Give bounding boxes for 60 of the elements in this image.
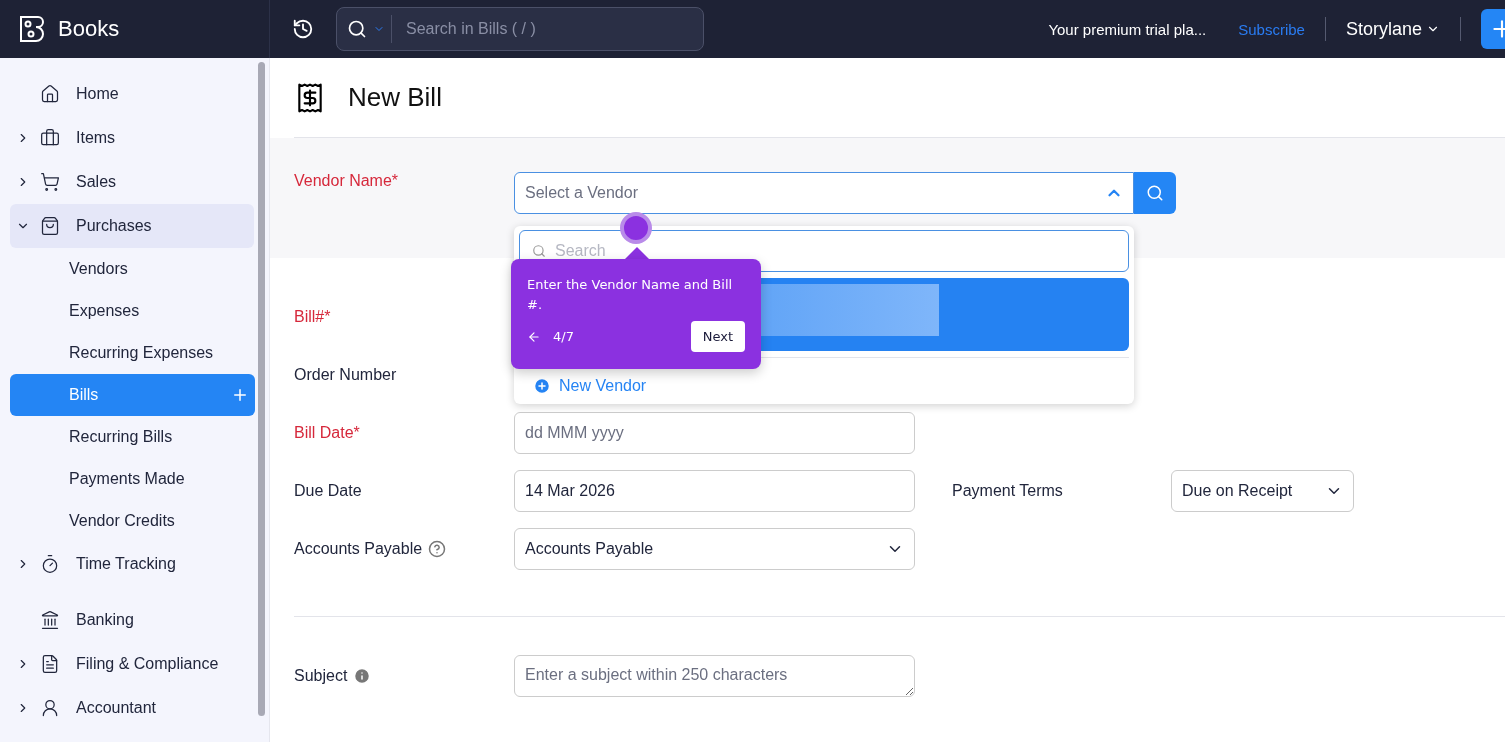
search-icon bbox=[1146, 184, 1164, 202]
menu-icon bbox=[40, 84, 60, 104]
sidebar-subitem[interactable]: Vendor Credits bbox=[10, 500, 255, 542]
scrollbar[interactable] bbox=[258, 62, 265, 716]
sidebar-subitem[interactable]: Vendors bbox=[10, 248, 255, 290]
sidebar-item[interactable]: Sales bbox=[10, 160, 254, 204]
menu-icon bbox=[40, 654, 60, 674]
add-icon bbox=[533, 377, 551, 395]
tooltip-text: Enter the Vendor Name and Bill #. bbox=[527, 276, 734, 314]
search-icon[interactable] bbox=[347, 19, 367, 39]
sidebar-item[interactable]: Filing & Compliance bbox=[10, 642, 254, 686]
back-icon[interactable] bbox=[527, 329, 541, 344]
search-field[interactable]: Search bbox=[519, 230, 1129, 272]
app-name: Books bbox=[58, 16, 120, 42]
sidebar-subitem[interactable]: Bills bbox=[10, 374, 255, 416]
sidebar-item[interactable]: Banking bbox=[10, 598, 254, 642]
sidebar-subitem[interactable]: Expenses bbox=[10, 290, 255, 332]
field-label: Vendor Name* bbox=[294, 172, 400, 191]
sidebar-subitem[interactable]: Recurring Expenses bbox=[10, 332, 255, 374]
sidebar-item[interactable]: Home bbox=[10, 72, 254, 116]
field-label: Payment Terms bbox=[952, 482, 1064, 500]
step-counter: 4/7 bbox=[553, 329, 574, 344]
trial-notice: Your premium trial pla... bbox=[1048, 20, 1207, 38]
text-area[interactable]: Enter a subject within 250 characters bbox=[514, 655, 915, 697]
select-field[interactable]: Accounts Payable bbox=[514, 528, 915, 570]
select-field[interactable]: Due on Receipt bbox=[1171, 470, 1354, 512]
info-icon[interactable] bbox=[353, 667, 372, 685]
menu-icon bbox=[40, 698, 60, 718]
text-field[interactable]: 14 Mar 2026 bbox=[514, 470, 915, 512]
subscribe-link[interactable]: Subscribe bbox=[1238, 20, 1305, 38]
add-button[interactable] bbox=[1481, 9, 1505, 49]
menu-icon bbox=[40, 172, 60, 192]
field-label: Accounts Payable bbox=[294, 540, 514, 558]
sidebar-item[interactable]: Items bbox=[10, 116, 254, 160]
field-label: Bill Date* bbox=[294, 424, 361, 442]
search-icon bbox=[532, 244, 546, 258]
field-label: Due Date bbox=[294, 482, 363, 500]
help-icon[interactable] bbox=[428, 540, 447, 558]
search-input[interactable]: Search in Bills ( / ) bbox=[398, 15, 703, 43]
text-field[interactable]: dd MMM yyyy bbox=[514, 412, 915, 454]
menu-icon bbox=[40, 216, 60, 236]
sidebar-subitem[interactable]: Payments Made bbox=[10, 458, 255, 500]
sidebar-item[interactable]: Accountant bbox=[10, 686, 254, 730]
sidebar-item[interactable]: Time Tracking bbox=[10, 542, 254, 586]
page-title: New Bill bbox=[348, 82, 442, 113]
field-label: Bill#* bbox=[294, 308, 332, 326]
next-button[interactable]: Next bbox=[690, 321, 745, 352]
search-button[interactable] bbox=[1134, 172, 1176, 214]
field-label: Order Number bbox=[294, 366, 398, 384]
add-icon[interactable] bbox=[231, 386, 249, 404]
sidebar-item[interactable]: Purchases bbox=[10, 204, 254, 248]
sidebar-subitem[interactable]: Recurring Bills bbox=[10, 416, 255, 458]
menu-icon bbox=[40, 610, 60, 630]
organization-menu[interactable]: Storylane bbox=[1325, 18, 1460, 40]
vendor-select[interactable]: Select a Vendor bbox=[514, 172, 1134, 214]
search-field[interactable]: Search in Bills ( / ) bbox=[336, 7, 704, 51]
menu-icon bbox=[40, 128, 60, 148]
menu-icon bbox=[40, 554, 60, 574]
history-icon[interactable] bbox=[292, 18, 314, 40]
field-label: Subject bbox=[294, 667, 514, 685]
